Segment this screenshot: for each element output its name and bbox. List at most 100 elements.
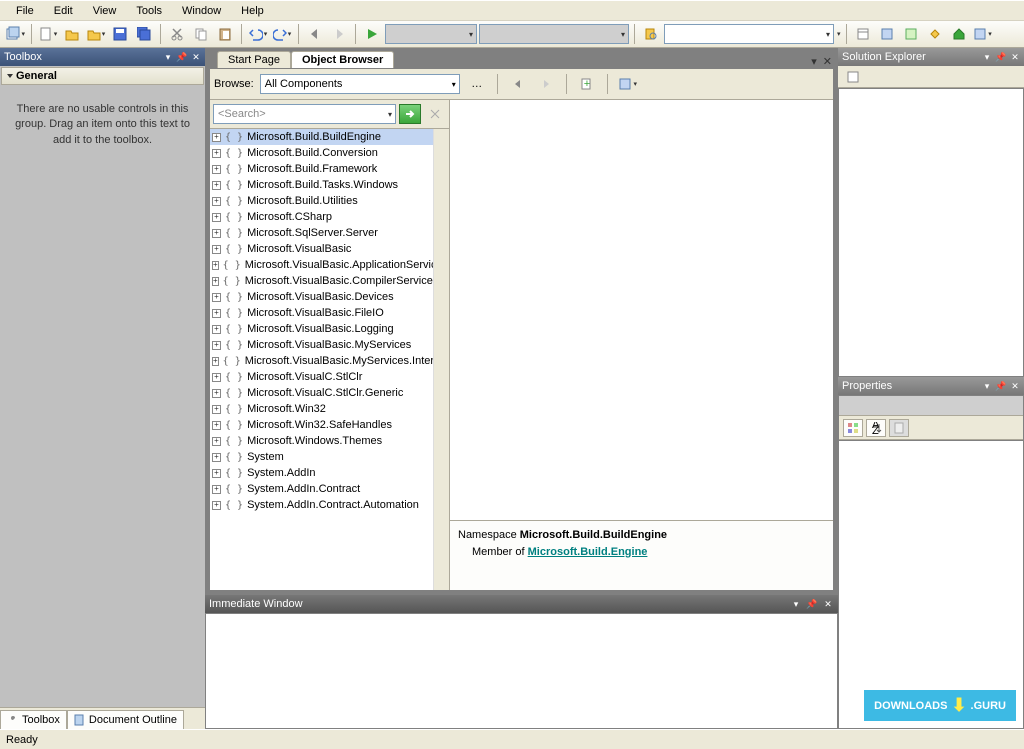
tab-close-icon[interactable]: ✕	[823, 55, 832, 68]
copy-button[interactable]	[190, 23, 212, 45]
other-windows-button[interactable]: ▾	[972, 23, 994, 45]
platform-combo[interactable]	[479, 24, 629, 44]
alphabetical-button[interactable]: AZ	[866, 419, 886, 437]
expand-icon[interactable]: +	[212, 389, 221, 398]
find-combo[interactable]	[664, 24, 834, 44]
start-button[interactable]	[361, 23, 383, 45]
tab-start-page[interactable]: Start Page	[217, 51, 291, 68]
namespace-tree[interactable]: +{ }Microsoft.Build.BuildEngine+{ }Micro…	[210, 129, 433, 590]
menu-edit[interactable]: Edit	[44, 3, 83, 19]
expand-icon[interactable]: +	[212, 245, 221, 254]
browse-combo[interactable]: All Components	[260, 74, 460, 94]
properties-button[interactable]	[876, 23, 898, 45]
menu-window[interactable]: Window	[172, 3, 231, 19]
prop-dropdown-icon[interactable]: ▾	[981, 380, 993, 392]
redo-button[interactable]: ▾	[271, 23, 293, 45]
toolbox-dropdown-icon[interactable]: ▾	[162, 51, 174, 63]
object-browser-button[interactable]	[900, 23, 922, 45]
tree-item[interactable]: +{ }Microsoft.Windows.Themes	[210, 433, 433, 449]
tree-item[interactable]: +{ }Microsoft.VisualC.StlClr.Generic	[210, 385, 433, 401]
properties-object-combo[interactable]	[839, 396, 1023, 416]
expand-icon[interactable]: +	[212, 197, 221, 206]
tree-item[interactable]: +{ }Microsoft.VisualBasic.MyServices.Int…	[210, 353, 433, 369]
nav-back-button[interactable]	[304, 23, 326, 45]
toolbox-button[interactable]	[924, 23, 946, 45]
expand-icon[interactable]: +	[212, 405, 221, 414]
sol-close-icon[interactable]: ✕	[1009, 51, 1021, 63]
expand-icon[interactable]: +	[212, 133, 221, 142]
expand-icon[interactable]: +	[212, 373, 221, 382]
tree-item[interactable]: +{ }System.AddIn.Contract	[210, 481, 433, 497]
property-pages-button[interactable]	[889, 419, 909, 437]
config-combo[interactable]	[385, 24, 477, 44]
tree-item[interactable]: +{ }Microsoft.Build.BuildEngine	[210, 129, 433, 145]
toolbox-close-icon[interactable]: ✕	[190, 51, 202, 63]
undo-button[interactable]: ▾	[247, 23, 269, 45]
expand-icon[interactable]: +	[212, 165, 221, 174]
solution-explorer-body[interactable]	[838, 88, 1024, 377]
toolbox-pin-icon[interactable]: 📌	[176, 51, 188, 63]
menu-view[interactable]: View	[83, 3, 127, 19]
expand-icon[interactable]: +	[212, 149, 221, 158]
tab-menu-icon[interactable]: ▾	[811, 55, 817, 68]
tree-item[interactable]: +{ }Microsoft.Build.Utilities	[210, 193, 433, 209]
tree-item[interactable]: +{ }System.AddIn	[210, 465, 433, 481]
detail-member-link[interactable]: Microsoft.Build.Engine	[528, 546, 648, 558]
expand-icon[interactable]: +	[212, 325, 221, 334]
expand-icon[interactable]: +	[212, 293, 221, 302]
tree-item[interactable]: +{ }System.AddIn.Contract.Automation	[210, 497, 433, 513]
add-button[interactable]: ▾	[85, 23, 107, 45]
tree-item[interactable]: +{ }Microsoft.SqlServer.Server	[210, 225, 433, 241]
expand-icon[interactable]: +	[212, 469, 221, 478]
properties-grid[interactable]	[838, 440, 1024, 729]
new-project-button[interactable]: ▾	[4, 23, 26, 45]
browse-more-button[interactable]: …	[466, 73, 488, 95]
immediate-pin-icon[interactable]: 📌	[806, 598, 818, 610]
menu-help[interactable]: Help	[231, 3, 274, 19]
tree-item[interactable]: +{ }Microsoft.VisualBasic.CompilerServic…	[210, 273, 433, 289]
expand-icon[interactable]: +	[212, 421, 221, 430]
menu-tools[interactable]: Tools	[126, 3, 172, 19]
start-page-button[interactable]	[948, 23, 970, 45]
tree-item[interactable]: +{ }Microsoft.VisualBasic.ApplicationSer…	[210, 257, 433, 273]
find-in-files-button[interactable]	[640, 23, 662, 45]
tree-item[interactable]: +{ }Microsoft.VisualBasic.Devices	[210, 289, 433, 305]
prop-pin-icon[interactable]: 📌	[995, 380, 1007, 392]
expand-icon[interactable]: +	[212, 213, 221, 222]
tree-item[interactable]: +{ }Microsoft.Build.Conversion	[210, 145, 433, 161]
immediate-dropdown-icon[interactable]: ▾	[790, 598, 802, 610]
search-go-button[interactable]	[399, 104, 421, 124]
tree-item[interactable]: +{ }Microsoft.Win32	[210, 401, 433, 417]
prop-close-icon[interactable]: ✕	[1009, 380, 1021, 392]
toolbox-category-general[interactable]: General	[1, 67, 204, 85]
nav-fwd-button[interactable]	[328, 23, 350, 45]
cut-button[interactable]	[166, 23, 188, 45]
expand-icon[interactable]: +	[212, 181, 221, 190]
sol-dropdown-icon[interactable]: ▾	[981, 51, 993, 63]
solution-explorer-button[interactable]	[852, 23, 874, 45]
tree-item[interactable]: +{ }Microsoft.VisualBasic.Logging	[210, 321, 433, 337]
tree-item[interactable]: +{ }System	[210, 449, 433, 465]
tree-item[interactable]: +{ }Microsoft.VisualBasic.MyServices	[210, 337, 433, 353]
tab-toolbox[interactable]: Toolbox	[0, 710, 67, 729]
expand-icon[interactable]: +	[212, 341, 221, 350]
tab-document-outline[interactable]: Document Outline	[67, 710, 184, 729]
expand-icon[interactable]: +	[212, 261, 219, 270]
menu-file[interactable]: File	[6, 3, 44, 19]
tab-object-browser[interactable]: Object Browser	[291, 51, 394, 68]
expand-icon[interactable]: +	[212, 357, 219, 366]
add-ref-button[interactable]: +	[576, 73, 598, 95]
immediate-close-icon[interactable]: ✕	[822, 598, 834, 610]
nav-fwd-ob-button[interactable]	[535, 73, 557, 95]
expand-icon[interactable]: +	[212, 453, 221, 462]
tree-item[interactable]: +{ }Microsoft.Win32.SafeHandles	[210, 417, 433, 433]
expand-icon[interactable]: +	[212, 229, 221, 238]
expand-icon[interactable]: +	[212, 501, 221, 510]
expand-icon[interactable]: +	[212, 485, 221, 494]
tree-item[interactable]: +{ }Microsoft.Build.Framework	[210, 161, 433, 177]
immediate-text-area[interactable]	[205, 613, 838, 729]
sol-pin-icon[interactable]: 📌	[995, 51, 1007, 63]
save-all-button[interactable]	[133, 23, 155, 45]
categorized-button[interactable]	[843, 419, 863, 437]
tree-item[interactable]: +{ }Microsoft.VisualBasic	[210, 241, 433, 257]
